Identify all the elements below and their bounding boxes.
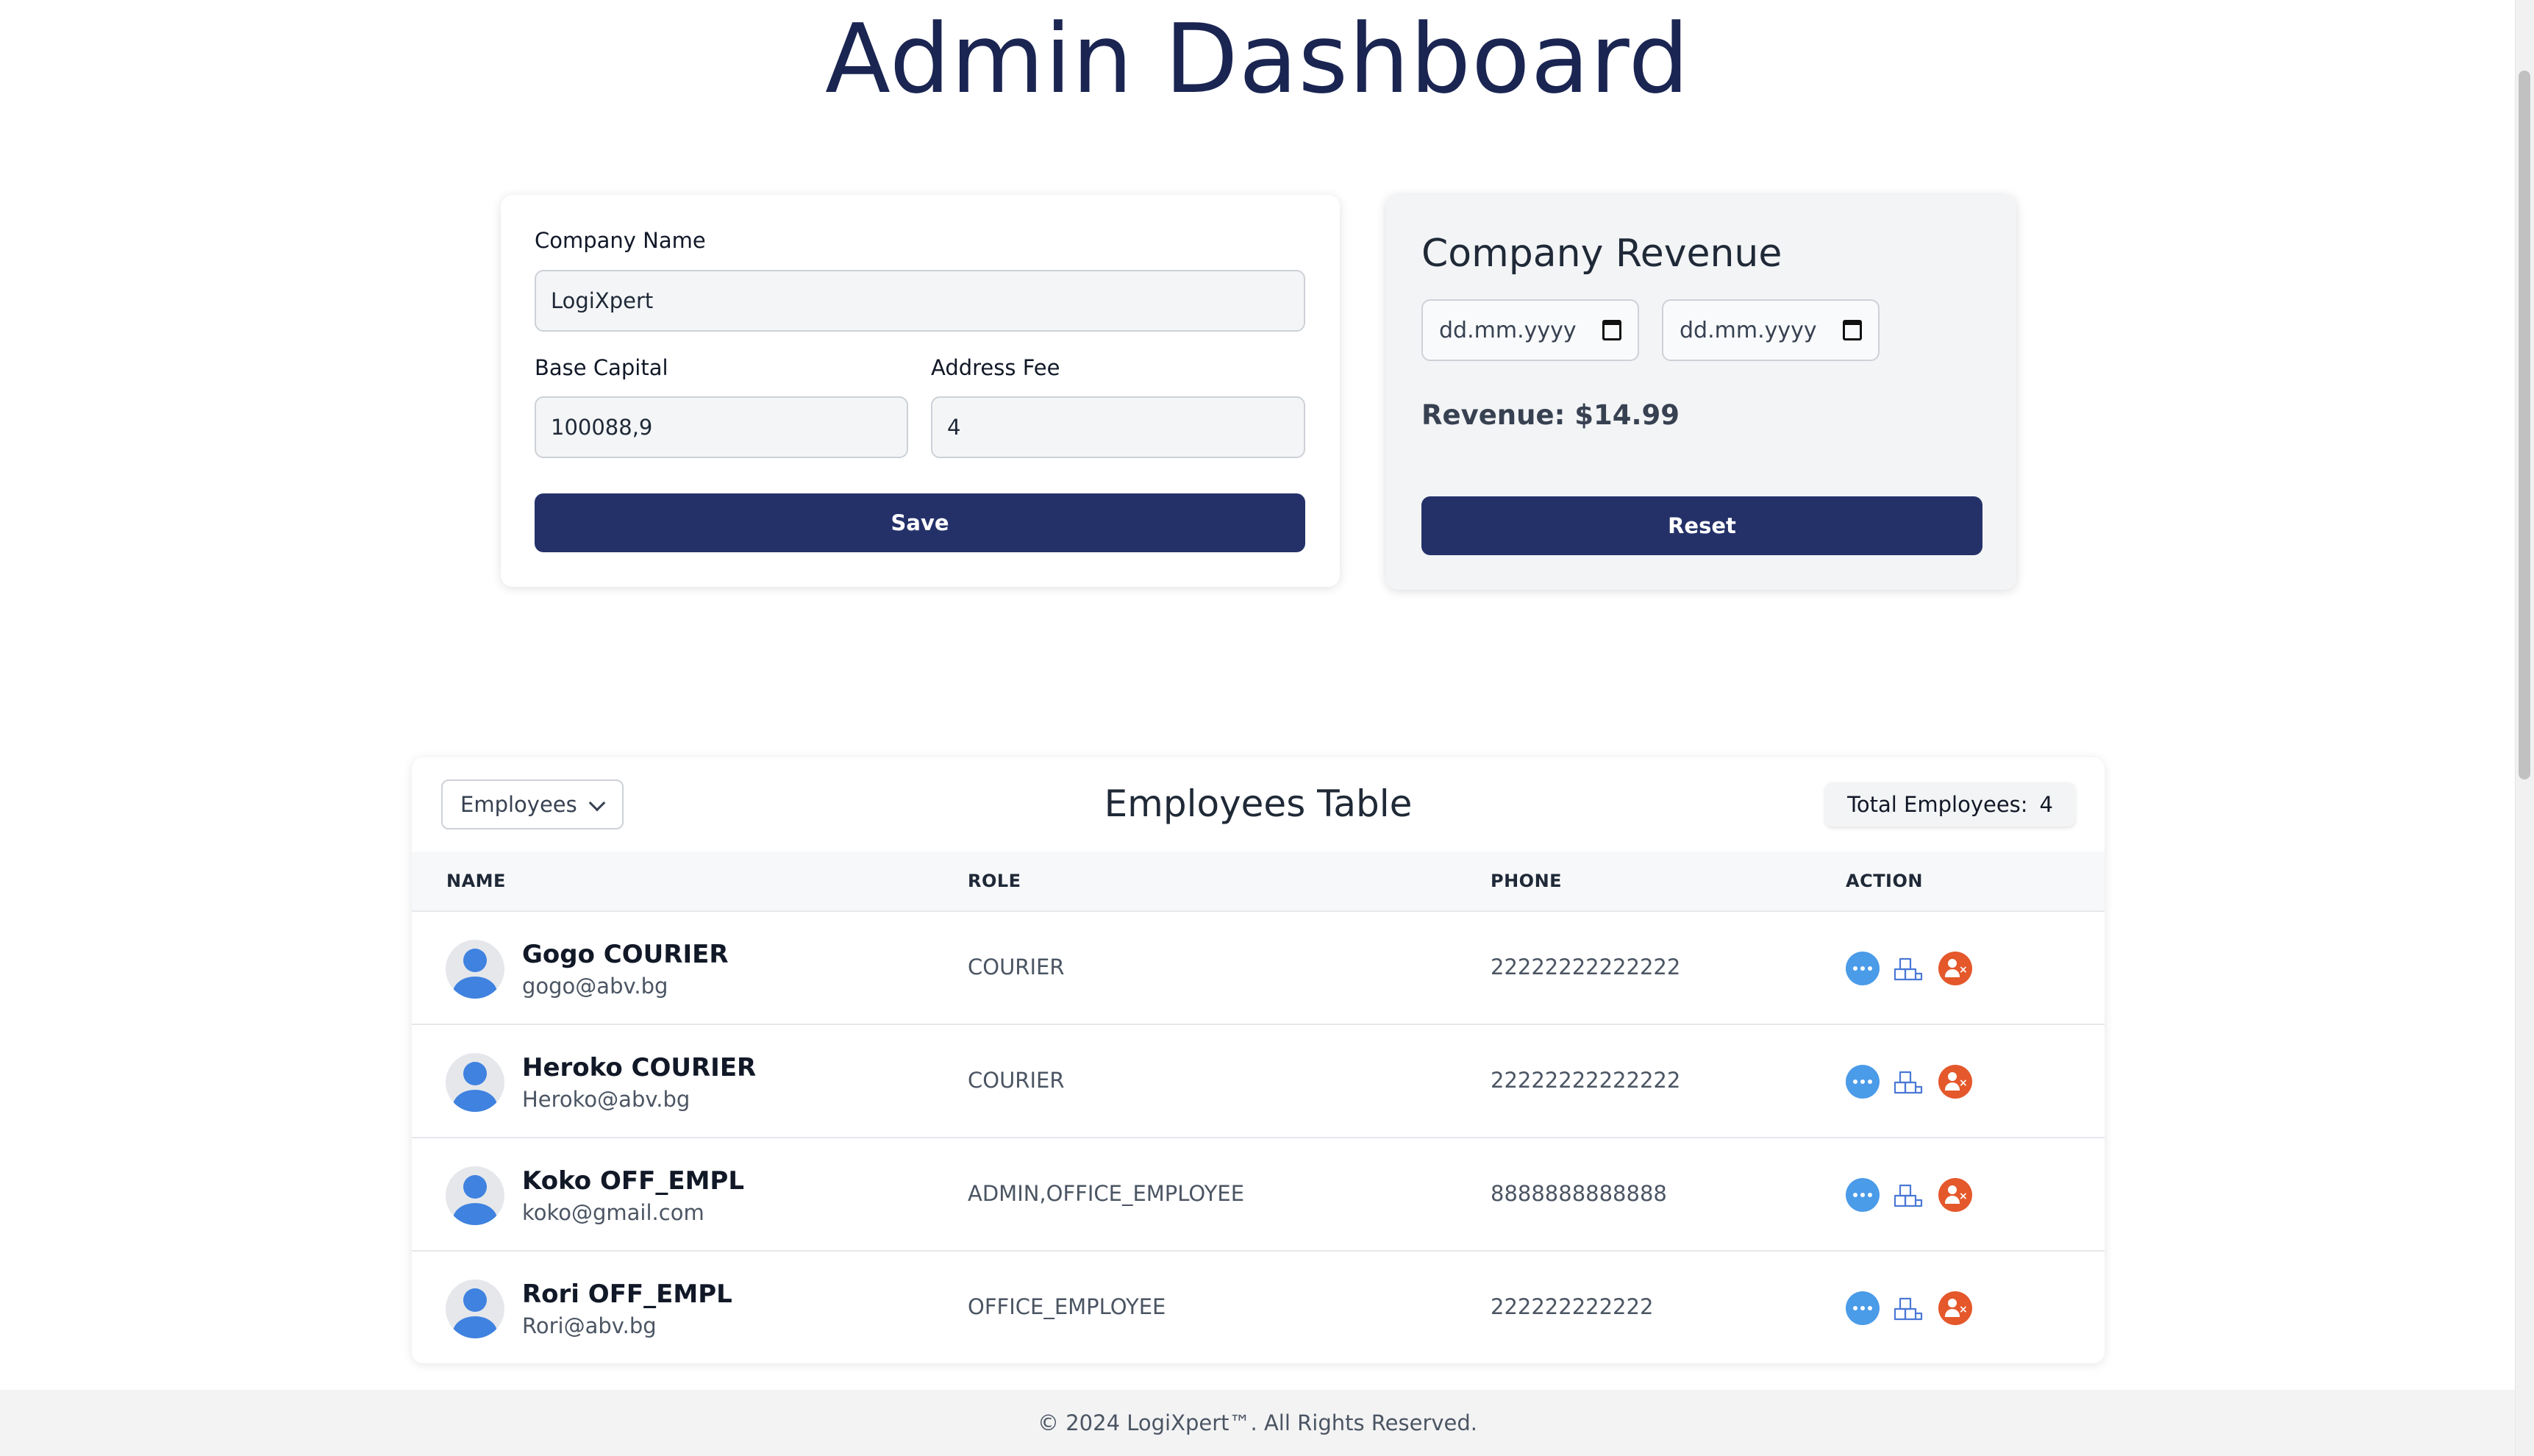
employees-table-card: Employees Employees Table Total Employee… <box>412 757 2105 1363</box>
table-row: Gogo COURIER gogo@abv.bg COURIER 2222222222… <box>412 910 2105 1024</box>
employee-name: Rori OFF_EMPL <box>522 1280 732 1309</box>
save-button[interactable]: Save <box>535 493 1305 552</box>
table-row: Rori OFF_EMPL Rori@abv.bg OFFICE_EMPLOYEE 2… <box>412 1250 2105 1363</box>
employee-email: Rori@abv.bg <box>522 1313 657 1338</box>
page-title: Admin Dashboard <box>825 3 1690 115</box>
employee-email: Heroko@abv.bg <box>522 1087 690 1112</box>
assign-icon[interactable] <box>1891 1065 1925 1099</box>
column-header-action: ACTION <box>1846 871 1923 891</box>
details-icon[interactable] <box>1846 952 1880 985</box>
employee-email: gogo@abv.bg <box>522 974 668 999</box>
company-settings-card: Company Name Base Capital Address Fee Sa… <box>501 195 1340 587</box>
company-revenue-card: Company Revenue dd.mm.yyyy dd.mm.yyyy Re… <box>1386 195 2016 590</box>
calendar-icon[interactable] <box>1602 320 1621 340</box>
start-date-input[interactable]: dd.mm.yyyy <box>1421 299 1639 361</box>
copyright-text: © 2024 LogiXpert™. All Rights Reserved. <box>1038 1410 1477 1435</box>
footer: © 2024 LogiXpert™. All Rights Reserved. <box>0 1390 2515 1456</box>
avatar <box>446 1280 504 1338</box>
employee-phone: 22222222222222 <box>1491 954 1681 979</box>
employee-phone: 22222222222222 <box>1491 1068 1681 1093</box>
page-scrollbar[interactable] <box>2515 0 2534 1456</box>
total-employees-badge: Total Employees: 4 <box>1825 782 2075 827</box>
total-employees-label: Total Employees: <box>1847 792 2028 817</box>
details-icon[interactable] <box>1846 1291 1880 1325</box>
revenue-title: Company Revenue <box>1421 232 1782 276</box>
revenue-amount: Revenue: $14.99 <box>1421 399 1680 431</box>
end-date-input[interactable]: dd.mm.yyyy <box>1662 299 1880 361</box>
table-header: NAME ROLE PHONE ACTION <box>412 852 2105 910</box>
remove-user-icon[interactable]: × <box>1938 1291 1972 1325</box>
employee-email: koko@gmail.com <box>522 1200 704 1225</box>
employee-phone: 222222222222 <box>1491 1294 1654 1319</box>
employee-role: OFFICE_EMPLOYEE <box>968 1294 1166 1319</box>
reset-button[interactable]: Reset <box>1421 496 1982 555</box>
address-fee-label: Address Fee <box>931 355 1060 380</box>
employee-role: COURIER <box>968 954 1065 979</box>
remove-user-icon[interactable]: × <box>1938 1065 1972 1099</box>
employee-name: Gogo COURIER <box>522 940 729 969</box>
table-row: Koko OFF_EMPL koko@gmail.com ADMIN,OFFICE_… <box>412 1137 2105 1250</box>
calendar-icon[interactable] <box>1843 320 1862 340</box>
assign-icon[interactable] <box>1891 1291 1925 1325</box>
avatar <box>446 1166 504 1225</box>
company-name-input[interactable] <box>535 270 1305 332</box>
scrollbar-thumb[interactable] <box>2519 71 2530 779</box>
remove-user-icon[interactable]: × <box>1938 952 1972 985</box>
employee-name: Koko OFF_EMPL <box>522 1166 744 1196</box>
avatar <box>446 1053 504 1112</box>
company-name-label: Company Name <box>535 228 706 253</box>
employee-role: ADMIN,OFFICE_EMPLOYEE <box>968 1181 1245 1206</box>
assign-icon[interactable] <box>1891 1178 1925 1212</box>
employee-role: COURIER <box>968 1068 1065 1093</box>
base-capital-label: Base Capital <box>535 355 668 380</box>
address-fee-input[interactable] <box>931 396 1305 458</box>
details-icon[interactable] <box>1846 1178 1880 1212</box>
column-header-role: ROLE <box>968 871 1021 891</box>
base-capital-input[interactable] <box>535 396 908 458</box>
column-header-name: NAME <box>446 871 506 891</box>
start-date-placeholder: dd.mm.yyyy <box>1439 317 1577 343</box>
total-employees-count: 4 <box>2039 792 2053 817</box>
employee-name: Heroko COURIER <box>522 1053 757 1082</box>
assign-icon[interactable] <box>1891 952 1925 985</box>
table-row: Heroko COURIER Heroko@abv.bg COURIER 222222… <box>412 1024 2105 1137</box>
employee-phone: 8888888888888 <box>1491 1181 1667 1206</box>
avatar <box>446 940 504 999</box>
remove-user-icon[interactable]: × <box>1938 1178 1972 1212</box>
end-date-placeholder: dd.mm.yyyy <box>1680 317 1817 343</box>
details-icon[interactable] <box>1846 1065 1880 1099</box>
column-header-phone: PHONE <box>1491 871 1563 891</box>
